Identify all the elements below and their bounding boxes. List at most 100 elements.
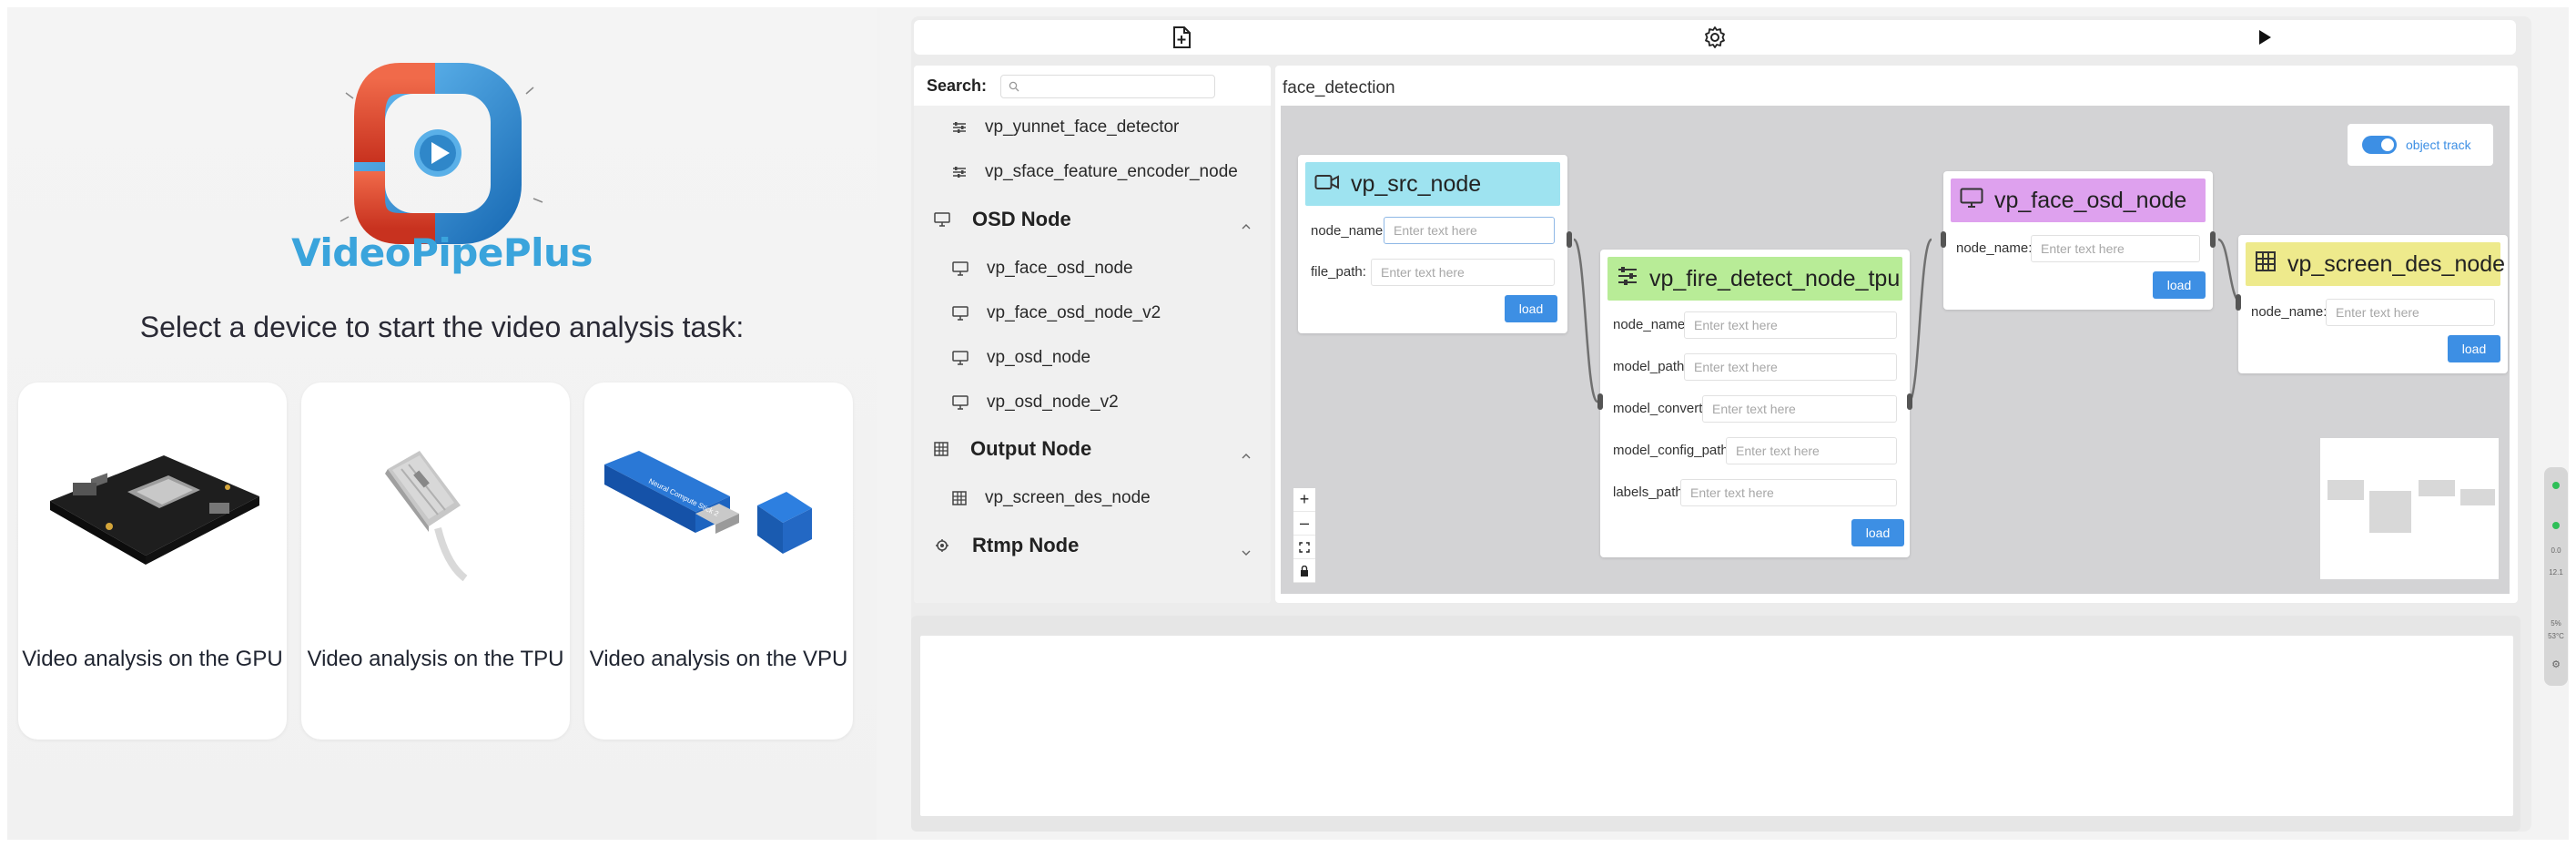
- settings-icon[interactable]: ⚙: [2544, 658, 2568, 670]
- lock-icon[interactable]: [1293, 559, 1315, 583]
- load-button[interactable]: load: [2153, 271, 2206, 299]
- node-osd-input-handle[interactable]: [1941, 231, 1946, 248]
- node-header[interactable]: vp_fire_detect_node_tpu: [1607, 257, 1902, 301]
- chevron-up-icon[interactable]: [1242, 442, 1251, 465]
- zoom-in-button[interactable]: +: [1293, 488, 1315, 512]
- search-input[interactable]: [1025, 76, 1207, 96]
- grid-icon: [2255, 250, 2287, 279]
- node-title: vp_face_osd_node: [1994, 187, 2187, 213]
- pipeline-title: face_detection: [1283, 78, 1395, 97]
- chevron-up-icon[interactable]: [1242, 212, 1251, 236]
- monitor-icon: [934, 212, 961, 227]
- palette-group-label: Rtmp Node: [972, 534, 1080, 556]
- fit-view-icon[interactable]: [1293, 536, 1315, 559]
- palette-group-osd-node[interactable]: OSD Node: [914, 196, 1271, 243]
- palette-item[interactable]: vp_face_osd_node: [914, 247, 1271, 291]
- palette-item[interactable]: vp_screen_des_node: [914, 476, 1271, 520]
- node-header[interactable]: vp_src_node: [1305, 162, 1560, 206]
- model-config-path-input[interactable]: [1726, 437, 1897, 464]
- node-des-input-handle[interactable]: [2236, 294, 2241, 311]
- palette-item-label: vp_yunnet_face_detector: [985, 117, 1180, 137]
- field-label-labels-path: labels_path:: [1613, 485, 1687, 500]
- chevron-down-icon[interactable]: [1242, 538, 1251, 562]
- output-area[interactable]: [920, 636, 2513, 816]
- node-fire-input-handle[interactable]: [1597, 393, 1603, 410]
- model-convert-input[interactable]: [1702, 395, 1897, 423]
- palette-group-rtmp-node[interactable]: Rtmp Node: [914, 522, 1271, 569]
- palette-item[interactable]: vp_sface_feature_encoder_node: [914, 150, 1271, 194]
- palette-item[interactable]: vp_osd_node_v2: [914, 381, 1271, 424]
- field-label-file-path: file_path:: [1311, 264, 1366, 280]
- tpu-device-card[interactable]: Video analysis on the TPU: [301, 383, 570, 740]
- labels-path-input[interactable]: [1680, 479, 1897, 506]
- palette-item[interactable]: vp_face_osd_node_v2: [914, 291, 1271, 335]
- zoom-out-button[interactable]: –: [1293, 512, 1315, 536]
- flow-panel: face_detection vp_src_node node_name: fi…: [1275, 66, 2518, 603]
- minimap-node: [2460, 489, 2495, 505]
- load-button[interactable]: load: [2448, 335, 2500, 362]
- file-path-input[interactable]: [1371, 259, 1555, 286]
- vpu-device-card[interactable]: Neural Compute Stick 2 Video analysis on…: [584, 383, 853, 740]
- node-name-input[interactable]: [2031, 235, 2200, 262]
- palette-item[interactable]: vp_osd_node: [914, 336, 1271, 380]
- node-fire-output-handle[interactable]: [1907, 393, 1912, 410]
- field-label-node-name: node_name:: [1311, 223, 1387, 239]
- flow-canvas[interactable]: vp_src_node node_name: file_path: load v…: [1281, 106, 2510, 594]
- node-vp-src[interactable]: vp_src_node node_name: file_path: load: [1298, 155, 1567, 333]
- node-vp-face-osd[interactable]: vp_face_osd_node node_name: load: [1943, 171, 2213, 310]
- object-track-switch[interactable]: [2362, 136, 2397, 154]
- node-vp-fire-detect-tpu[interactable]: vp_fire_detect_node_tpu node_name: model…: [1600, 250, 1910, 557]
- node-name-input[interactable]: [2326, 299, 2495, 326]
- edge-fire-to-osd: [1907, 238, 1933, 403]
- video-camera-icon: [1314, 171, 1351, 198]
- app-root: VideoPipePlus Select a device to start t…: [7, 7, 2569, 840]
- flow-minimap[interactable]: [2320, 438, 2499, 579]
- gear-icon[interactable]: [1702, 25, 1728, 50]
- object-track-label: object track: [2406, 138, 2471, 152]
- load-button[interactable]: load: [1505, 295, 1557, 322]
- status-dot: [2552, 482, 2560, 489]
- status-dot: [2552, 522, 2560, 529]
- sliders-icon: [1617, 266, 1649, 292]
- search-field[interactable]: [1000, 75, 1215, 98]
- node-header[interactable]: vp_screen_des_node: [2246, 242, 2505, 286]
- field-label-model-path: model_path:: [1613, 359, 1689, 374]
- palette-group-label: Output Node: [970, 437, 1092, 460]
- palette-node-list: vp_yunnet_face_detector vp_sface_feature_…: [914, 106, 1271, 603]
- system-monitor-widget[interactable]: 0.0 12.1 5% 53°C ⚙: [2544, 467, 2568, 686]
- node-name-input[interactable]: [1384, 217, 1555, 244]
- palette-group-label: OSD Node: [972, 208, 1071, 230]
- grid-icon: [934, 442, 959, 456]
- monitor-icon: [952, 261, 978, 276]
- gpu-device-card[interactable]: Video analysis on the GPU: [18, 383, 287, 740]
- node-title: vp_fire_detect_node_tpu: [1649, 265, 1901, 291]
- monitor-value: 12.1: [2549, 568, 2563, 577]
- node-palette: Search: vp_yunnet_face_detector vp_sface_…: [914, 66, 1271, 603]
- tpu-stick-icon: [301, 419, 570, 601]
- palette-group-output-node[interactable]: Output Node: [914, 425, 1271, 473]
- palette-item-label: vp_sface_feature_encoder_node: [985, 162, 1238, 181]
- node-name-input[interactable]: [1684, 311, 1897, 339]
- palette-item-label: vp_face_osd_node: [987, 259, 1133, 278]
- load-button[interactable]: load: [1851, 519, 1904, 546]
- node-header[interactable]: vp_face_osd_node: [1951, 179, 2206, 222]
- node-vp-screen-des[interactable]: vp_screen_des_node node_name: load: [2238, 235, 2508, 373]
- model-path-input[interactable]: [1684, 353, 1897, 381]
- sliders-icon: [952, 121, 976, 134]
- broadcast-icon: [934, 537, 961, 554]
- search-label: Search:: [927, 77, 988, 95]
- new-file-icon[interactable]: [1169, 25, 1194, 50]
- node-src-output-handle[interactable]: [1567, 231, 1572, 248]
- object-track-toggle[interactable]: object track: [2348, 124, 2493, 166]
- monitor-icon: [952, 395, 978, 410]
- vpu-stick-icon: Neural Compute Stick 2: [584, 419, 853, 648]
- device-prompt: Select a device to start the video analy…: [139, 311, 745, 343]
- minimap-node: [2419, 480, 2455, 496]
- palette-item[interactable]: vp_yunnet_face_detector: [914, 106, 1271, 149]
- play-icon[interactable]: [2252, 25, 2277, 50]
- palette-item-label: vp_screen_des_node: [985, 488, 1151, 507]
- node-osd-output-handle[interactable]: [2210, 231, 2216, 248]
- pipeline-editor: Search: vp_yunnet_face_detector vp_sface_…: [911, 16, 2531, 832]
- sliders-icon: [952, 166, 976, 179]
- device-selection-pane: VideoPipePlus Select a device to start t…: [7, 7, 877, 840]
